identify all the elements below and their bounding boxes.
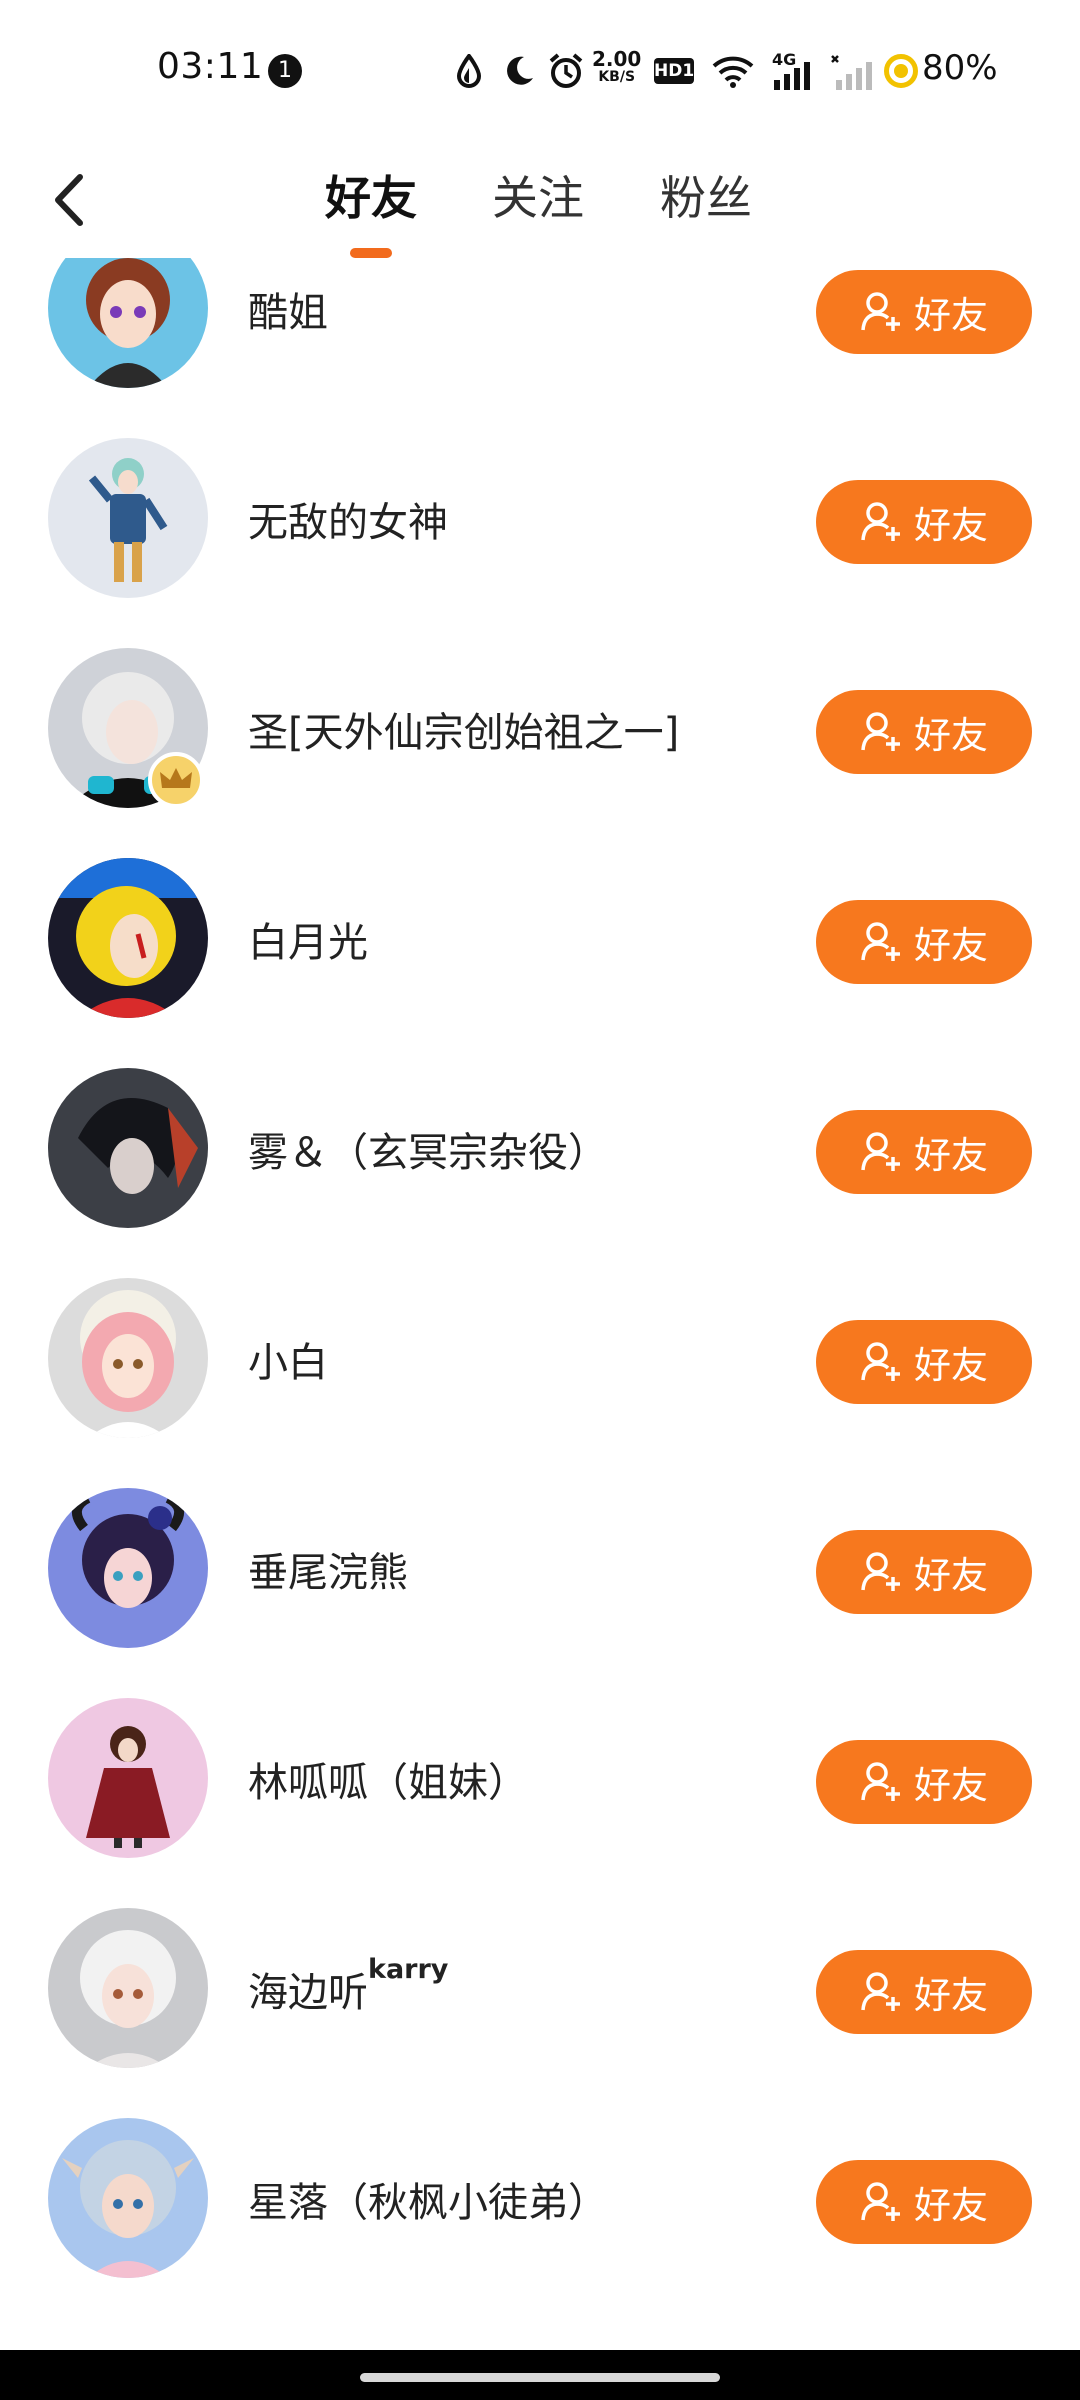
friend-name: 白月光	[248, 920, 368, 966]
add-user-icon	[861, 712, 900, 751]
add-friend-button[interactable]: 好友	[816, 1530, 1032, 1614]
speed-unit: KB/S	[598, 69, 636, 85]
wifi-icon	[712, 56, 754, 88]
friend-name-sup: karry	[368, 1954, 449, 1985]
status-time: 03:11	[157, 46, 264, 87]
tab-friends[interactable]: 好友	[325, 162, 417, 228]
hd-icon: HD1	[654, 58, 694, 84]
friend-name-main: 海边听	[248, 1970, 368, 2016]
list-item[interactable]: 圣[天外仙宗创始祖之一] 好友	[0, 648, 1080, 858]
tab-active-indicator	[350, 248, 392, 258]
friend-name: 小白	[248, 1340, 328, 1386]
add-friend-button[interactable]: 好友	[816, 1740, 1032, 1824]
battery-level: 80%	[922, 48, 998, 88]
add-friend-button[interactable]: 好友	[816, 1950, 1032, 2034]
add-friend-button[interactable]: 好友	[816, 690, 1032, 774]
add-user-icon	[861, 1342, 900, 1381]
list-item[interactable]: 垂尾浣熊 好友	[0, 1488, 1080, 1698]
speed-value: 2.00	[592, 47, 642, 71]
list-item[interactable]: 小白 好友	[0, 1278, 1080, 1488]
add-friend-button[interactable]: 好友	[816, 1320, 1032, 1404]
list-item[interactable]: 海边听karry 好友	[0, 1908, 1080, 2118]
list-item[interactable]: 无敌的女神 好友	[0, 438, 1080, 648]
add-user-icon	[861, 502, 900, 541]
list-item[interactable]: 酷姐 好友	[0, 258, 1080, 438]
button-label: 好友	[914, 1134, 988, 1177]
list-item[interactable]: 星落（秋枫小徒弟） 好友	[0, 2118, 1080, 2328]
button-label: 好友	[914, 924, 988, 967]
moon-icon	[507, 56, 533, 85]
button-label: 好友	[914, 1974, 988, 2017]
add-user-icon	[861, 1972, 900, 2011]
button-label: 好友	[914, 1764, 988, 1807]
friend-name: 星落（秋枫小徒弟）	[248, 2180, 608, 2226]
avatar[interactable]	[48, 858, 208, 1018]
button-label: 好友	[914, 2184, 988, 2227]
add-friend-button[interactable]: 好友	[816, 2160, 1032, 2244]
battery-icon	[884, 54, 918, 88]
friend-name: 垂尾浣熊	[248, 1550, 408, 1596]
top-nav: 好友 关注 粉丝	[0, 140, 1080, 260]
add-user-icon	[861, 922, 900, 961]
friend-name: 无敌的女神	[248, 500, 448, 546]
crown-icon	[148, 752, 204, 808]
avatar[interactable]	[48, 1278, 208, 1438]
friend-name: 林呱呱（姐妹）	[248, 1760, 528, 1806]
list-item[interactable]: 白月光 好友	[0, 858, 1080, 1068]
friend-name: 酷姐	[248, 290, 328, 336]
friend-name: 海边听karry	[248, 1954, 448, 2018]
tab-fans[interactable]: 粉丝	[660, 162, 752, 228]
button-label: 好友	[914, 1344, 988, 1387]
notification-badge: 1	[268, 54, 302, 88]
avatar[interactable]	[48, 1068, 208, 1228]
add-user-icon	[861, 292, 900, 331]
drop-icon	[456, 54, 482, 88]
avatar[interactable]	[48, 438, 208, 598]
signal-no-sim-icon	[831, 55, 872, 90]
avatar[interactable]	[48, 1698, 208, 1858]
avatar[interactable]	[48, 1908, 208, 2068]
button-label: 好友	[914, 1554, 988, 1597]
add-friend-button[interactable]: 好友	[816, 900, 1032, 984]
add-user-icon	[861, 1762, 900, 1801]
add-user-icon	[861, 1132, 900, 1171]
add-friend-button[interactable]: 好友	[816, 1110, 1032, 1194]
friend-list: 酷姐 好友 无敌的女神 好友 圣[天外仙宗创始祖之一] 好友 白月光 好友 雾＆…	[0, 258, 1080, 2348]
friend-name: 圣[天外仙宗创始祖之一]	[248, 710, 680, 756]
add-user-icon	[861, 1552, 900, 1591]
button-label: 好友	[914, 714, 988, 757]
button-label: 好友	[914, 294, 988, 337]
list-item[interactable]: 林呱呱（姐妹） 好友	[0, 1698, 1080, 1908]
home-indicator[interactable]	[360, 2373, 720, 2382]
button-label: 好友	[914, 504, 988, 547]
status-bar: 03:11 1 2.00 KB/S HD1 4G 80%	[0, 0, 1080, 140]
alarm-icon	[549, 53, 583, 88]
friend-name: 雾＆（玄冥宗杂役）	[248, 1130, 608, 1176]
add-user-icon	[861, 2182, 900, 2221]
add-friend-button[interactable]: 好友	[816, 480, 1032, 564]
signal-icon	[774, 62, 810, 90]
avatar[interactable]	[48, 2118, 208, 2278]
tab-bar: 好友 关注 粉丝	[0, 140, 1080, 260]
network-speed: 2.00 KB/S	[592, 47, 642, 86]
list-item[interactable]: 雾＆（玄冥宗杂役） 好友	[0, 1068, 1080, 1278]
avatar[interactable]	[48, 1488, 208, 1648]
tab-following[interactable]: 关注	[492, 162, 584, 228]
add-friend-button[interactable]: 好友	[816, 270, 1032, 354]
avatar[interactable]	[48, 258, 208, 388]
